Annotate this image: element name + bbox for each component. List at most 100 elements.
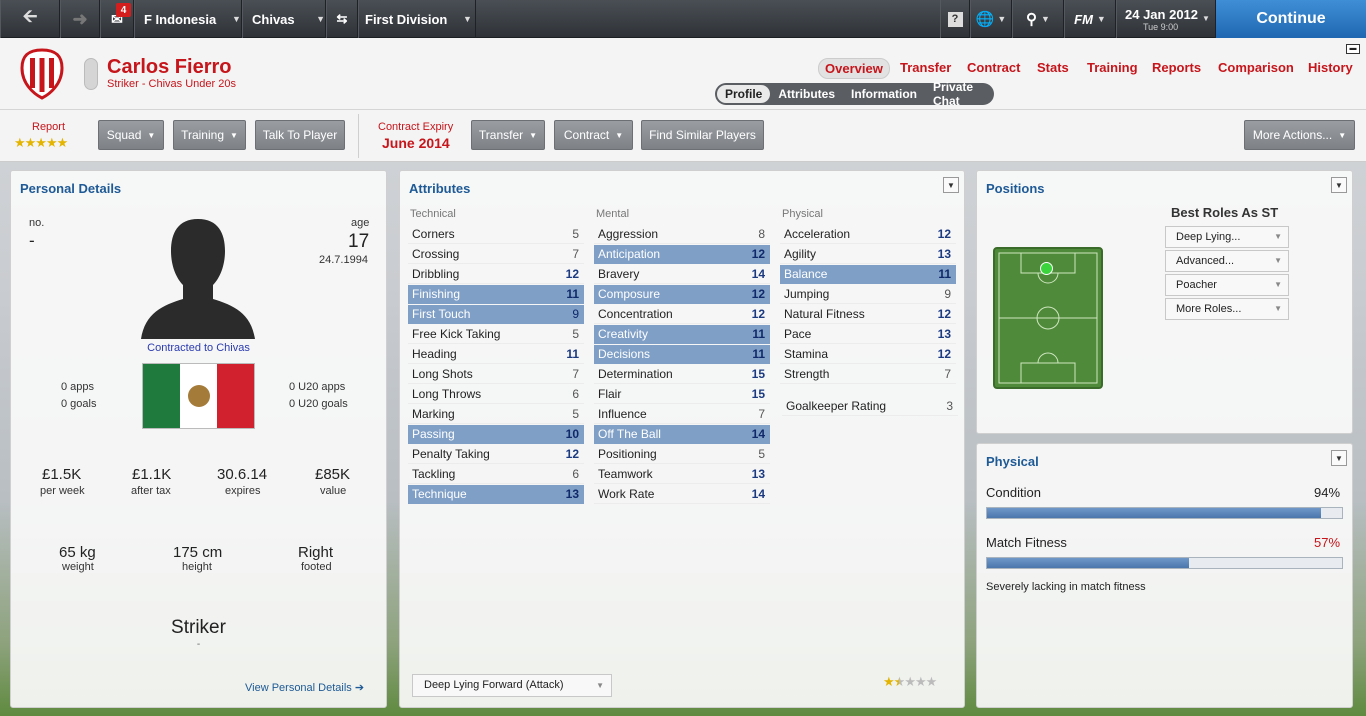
view-personal-details-link[interactable]: View Personal Details ➔ (245, 681, 364, 694)
chevron-down-icon: ▼ (316, 14, 325, 24)
attribute-row[interactable]: Crossing 7 (408, 245, 584, 264)
attribute-value: 12 (937, 307, 951, 321)
forward-button[interactable]: ➜ (60, 0, 100, 38)
attribute-row[interactable]: Bravery 14 (594, 265, 770, 284)
attribute-row[interactable]: Flair 15 (594, 385, 770, 404)
attribute-row[interactable]: First Touch 9 (408, 305, 584, 324)
continue-button[interactable]: Continue (1216, 0, 1366, 38)
squad-button[interactable]: Squad ▼ (98, 120, 164, 150)
attribute-row[interactable]: Strength 7 (780, 365, 956, 384)
attribute-name: Corners (412, 227, 455, 241)
contract-button[interactable]: Contract ▼ (554, 120, 633, 150)
date-display[interactable]: 24 Jan 2012 Tue 9:00 (1116, 0, 1216, 38)
attribute-row[interactable]: Natural Fitness 12 (780, 305, 956, 324)
gk-rating-label: Goalkeeper Rating (786, 399, 887, 413)
attribute-row[interactable]: Balance 11 (780, 265, 956, 284)
fm-menu-button[interactable]: FM ▼ (1064, 0, 1116, 38)
search-button[interactable]: ⚲ ▼ (1012, 0, 1064, 38)
attribute-row[interactable]: Anticipation 12 (594, 245, 770, 264)
panel-menu-button[interactable]: ▼ (1331, 177, 1347, 193)
match-fitness-bar (986, 557, 1343, 569)
nav-contract[interactable]: Contract (967, 60, 1020, 75)
subtab-private-chat[interactable]: Private Chat (925, 80, 992, 108)
nav-comparison[interactable]: Comparison (1218, 60, 1294, 75)
position-marker-st[interactable] (1040, 262, 1053, 275)
nav-history[interactable]: History (1308, 60, 1353, 75)
attribute-row[interactable]: Agility 13 (780, 245, 956, 264)
role-advanced-dropdown[interactable]: Advanced... ▼ (1165, 250, 1289, 272)
nav-training[interactable]: Training (1087, 60, 1138, 75)
role-select[interactable]: Deep Lying Forward (Attack) ▼ (412, 674, 612, 697)
report-label[interactable]: Report (32, 121, 65, 133)
more-roles-dropdown[interactable]: More Roles... ▼ (1165, 298, 1289, 320)
panel-menu-button[interactable]: ▼ (943, 177, 959, 193)
nav-transfer[interactable]: Transfer (900, 60, 951, 75)
attribute-row[interactable]: Pace 13 (780, 325, 956, 344)
attribute-row[interactable]: Long Throws 6 (408, 385, 584, 404)
attribute-value: 14 (751, 487, 765, 501)
attribute-row[interactable]: Technique 13 (408, 485, 584, 504)
talk-to-player-button[interactable]: Talk To Player (255, 120, 345, 150)
role-deep-lying-dropdown[interactable]: Deep Lying... ▼ (1165, 226, 1289, 248)
attribute-row[interactable]: Dribbling 12 (408, 265, 584, 284)
attribute-row[interactable]: Decisions 11 (594, 345, 770, 364)
player-toggle[interactable] (84, 58, 98, 90)
attribute-row[interactable]: Creativity 11 (594, 325, 770, 344)
attribute-row[interactable]: Aggression 8 (594, 225, 770, 244)
attribute-row[interactable]: Acceleration 12 (780, 225, 956, 244)
attribute-name: Balance (784, 267, 828, 281)
attribute-row[interactable]: Positioning 5 (594, 445, 770, 464)
club-dropdown[interactable]: Chivas ▼ (242, 0, 326, 38)
best-roles-title: Best Roles As ST (1171, 205, 1279, 220)
panel-menu-button[interactable]: ▼ (1331, 450, 1347, 466)
attribute-value: 13 (937, 247, 951, 261)
back-button[interactable]: 🡨 (0, 0, 60, 38)
attribute-row[interactable]: Influence 7 (594, 405, 770, 424)
find-similar-players-button[interactable]: Find Similar Players (641, 120, 764, 150)
nav-reports[interactable]: Reports (1152, 60, 1201, 75)
attribute-row[interactable]: Tackling 6 (408, 465, 584, 484)
nation-dropdown[interactable]: F Indonesia ▼ (134, 0, 242, 38)
attribute-row[interactable]: Long Shots 7 (408, 365, 584, 384)
attribute-row[interactable]: Composure 12 (594, 285, 770, 304)
subtab-information[interactable]: Information (843, 87, 925, 101)
attribute-row[interactable]: Stamina 12 (780, 345, 956, 364)
attribute-row[interactable]: Penalty Taking 12 (408, 445, 584, 464)
nav-overview[interactable]: Overview (818, 58, 890, 79)
attribute-row[interactable]: Heading 11 (408, 345, 584, 364)
attribute-row[interactable]: Passing 10 (408, 425, 584, 444)
attribute-row[interactable]: Marking 5 (408, 405, 584, 424)
role-poacher-dropdown[interactable]: Poacher ▼ (1165, 274, 1289, 296)
training-label: Training (181, 128, 224, 142)
attribute-name: Positioning (598, 447, 657, 461)
attribute-name: Marking (412, 407, 455, 421)
attribute-row[interactable]: Teamwork 13 (594, 465, 770, 484)
attribute-row[interactable]: Determination 15 (594, 365, 770, 384)
attribute-row[interactable]: Concentration 12 (594, 305, 770, 324)
competition-dropdown[interactable]: First Division ▼ (358, 0, 476, 38)
attribute-row[interactable]: Off The Ball 14 (594, 425, 770, 444)
help-button[interactable]: ? (940, 0, 970, 38)
world-button[interactable]: 🌐 ▼ (970, 0, 1012, 38)
attribute-value: 9 (944, 287, 951, 301)
nav-stats[interactable]: Stats (1037, 60, 1069, 75)
training-button[interactable]: Training ▼ (173, 120, 246, 150)
star-icon: ★ (893, 674, 906, 689)
switch-button[interactable]: ⇆ (326, 0, 358, 38)
more-actions-button[interactable]: More Actions... ▼ (1244, 120, 1355, 150)
attribute-name: Penalty Taking (412, 447, 490, 461)
chevron-down-icon: ▼ (1041, 14, 1050, 24)
subtab-attributes[interactable]: Attributes (770, 87, 843, 101)
keyboard-icon[interactable]: ▬ (1346, 44, 1360, 54)
attribute-row[interactable]: Jumping 9 (780, 285, 956, 304)
goalkeeper-rating-row[interactable]: Goalkeeper Rating 3 (782, 397, 958, 416)
attribute-row[interactable]: Free Kick Taking 5 (408, 325, 584, 344)
star-icon: ★ (925, 674, 938, 689)
attribute-name: Pace (784, 327, 812, 341)
attribute-row[interactable]: Work Rate 14 (594, 485, 770, 504)
subtab-profile[interactable]: Profile (717, 85, 771, 103)
transfer-button[interactable]: Transfer ▼ (471, 120, 545, 150)
attribute-row[interactable]: Corners 5 (408, 225, 584, 244)
attribute-name: Influence (598, 407, 647, 421)
attribute-row[interactable]: Finishing 11 (408, 285, 584, 304)
